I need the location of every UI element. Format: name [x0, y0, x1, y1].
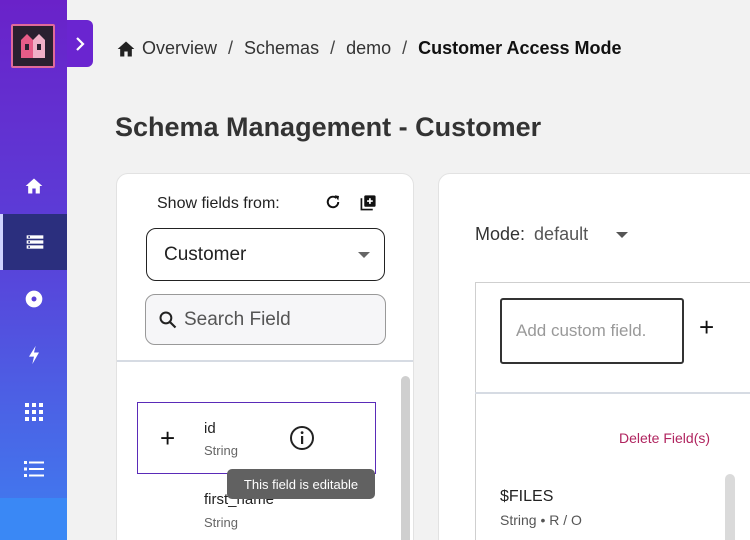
add-box-icon [360, 194, 376, 210]
info-icon[interactable] [289, 425, 315, 451]
custom-field-input[interactable] [500, 298, 684, 364]
refresh-button[interactable] [322, 191, 344, 213]
sidebar-expand-button[interactable] [67, 20, 93, 67]
search-input[interactable] [184, 308, 374, 331]
mode-selector[interactable]: Mode: default [475, 224, 588, 245]
mode-fields-scrollbar[interactable] [725, 474, 735, 540]
bolt-icon [28, 345, 39, 365]
search-field[interactable] [145, 294, 386, 345]
field-item-id[interactable]: + id String [137, 402, 376, 474]
sidebar-item-apps[interactable] [0, 384, 67, 440]
app-logo[interactable] [11, 24, 55, 68]
sidebar-item-schemas[interactable] [0, 214, 67, 270]
disc-icon [25, 290, 42, 308]
breadcrumb-separator: / [402, 38, 408, 58]
show-fields-label: Show fields from: [157, 195, 280, 212]
sidebar-item-home[interactable] [0, 158, 67, 214]
chevron-right-icon [76, 36, 85, 51]
breadcrumb-separator: / [330, 38, 336, 58]
grid-icon [24, 403, 43, 421]
sidebar [0, 0, 67, 540]
delete-fields-button[interactable]: Delete Field(s) [619, 430, 710, 446]
field-type: String • R / O [500, 512, 582, 528]
list-bullets-icon [23, 461, 44, 477]
search-icon [159, 311, 177, 328]
fields-scrollbar[interactable] [401, 376, 410, 540]
source-select[interactable]: Customer [146, 228, 385, 281]
breadcrumb-schemas[interactable]: Schemas [244, 38, 319, 59]
add-custom-field-button[interactable]: + [699, 314, 714, 340]
add-source-button[interactable] [357, 191, 379, 213]
breadcrumb: Overview / Schemas / demo / Customer Acc… [116, 38, 622, 59]
chevron-down-icon [358, 252, 370, 258]
field-name: id [204, 420, 216, 437]
mode-value: default [534, 224, 589, 244]
breadcrumb-demo[interactable]: demo [346, 38, 391, 59]
plus-icon[interactable]: + [160, 425, 175, 451]
page-title: Schema Management - Customer [115, 112, 542, 142]
sidebar-item-disc[interactable] [0, 271, 67, 327]
refresh-icon [326, 195, 340, 209]
sidebar-item-lists[interactable] [0, 441, 67, 497]
breadcrumb-separator: / [228, 38, 234, 58]
home-icon[interactable] [116, 39, 136, 59]
logo-icon [13, 26, 53, 66]
field-tooltip: This field is editable [227, 469, 375, 499]
mode-label: Mode: [475, 224, 526, 244]
panel-divider [117, 360, 413, 362]
sidebar-footer [0, 498, 67, 540]
breadcrumb-overview[interactable]: Overview [142, 38, 217, 59]
mode-panel: Mode: default + Delete Field(s) $FILES S… [438, 173, 750, 540]
field-type: String [204, 443, 238, 458]
home-icon [25, 178, 42, 194]
sidebar-item-actions[interactable] [0, 327, 67, 383]
field-type: String [204, 515, 238, 530]
breadcrumb-current: Customer Access Mode [418, 38, 622, 58]
field-name: $FILES [500, 488, 554, 505]
list-icon [26, 235, 44, 249]
source-select-value: Customer [164, 243, 247, 265]
chevron-down-icon[interactable] [616, 232, 628, 238]
